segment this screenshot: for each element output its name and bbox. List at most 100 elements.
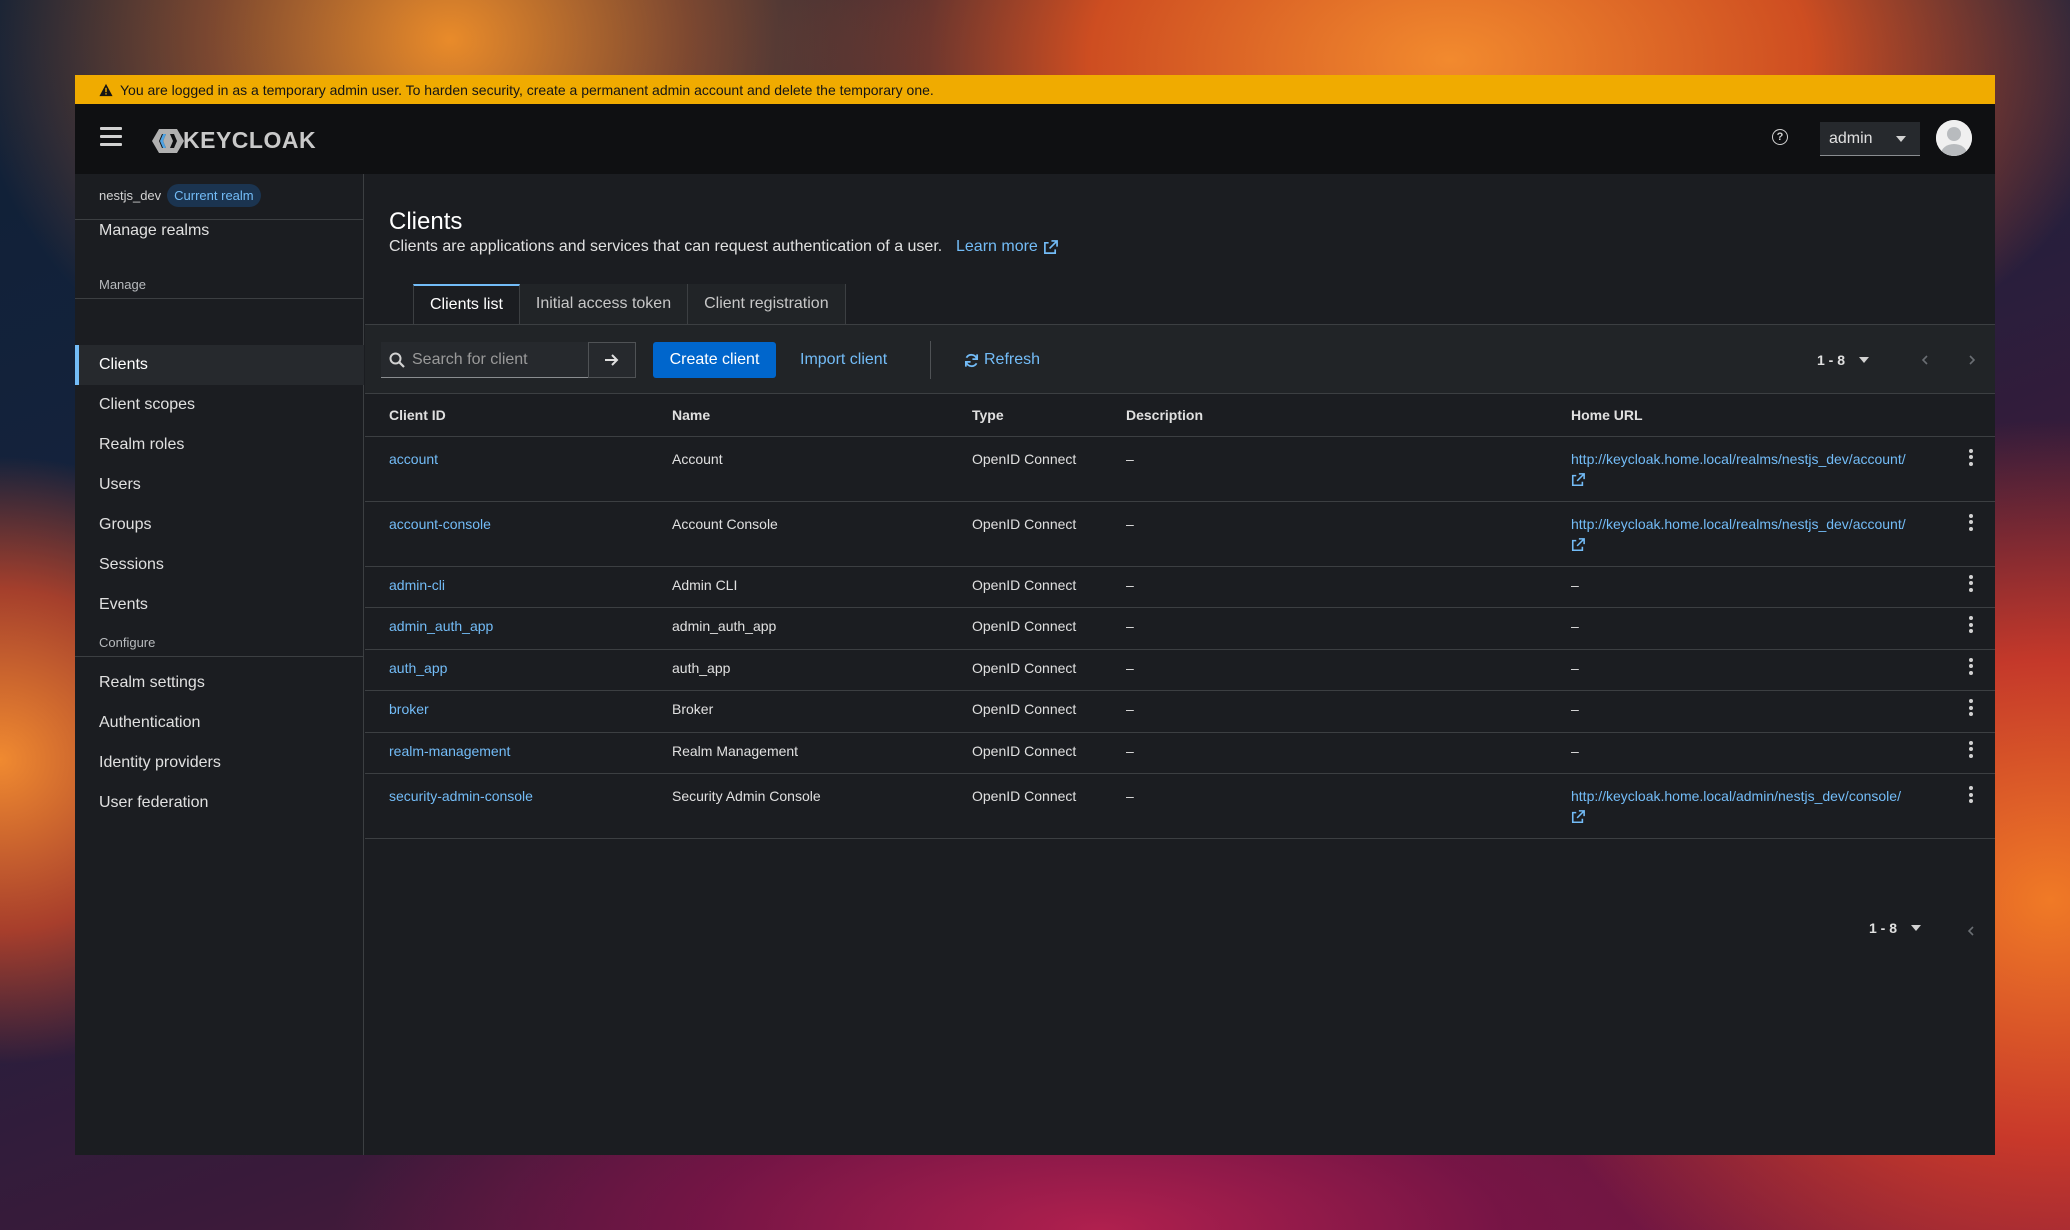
table-row: admin-cli Admin CLI OpenID Connect – – xyxy=(365,566,1995,608)
table-row: admin_auth_app admin_auth_app OpenID Con… xyxy=(365,607,1995,650)
client-name: admin_auth_app xyxy=(648,607,948,650)
client-type: OpenID Connect xyxy=(948,501,1102,567)
client-description: – xyxy=(1102,649,1547,691)
row-actions-kebab-icon[interactable] xyxy=(1969,448,1973,469)
current-realm-badge: Current realm xyxy=(167,184,261,207)
user-name: admin xyxy=(1829,129,1873,147)
masthead: KEYCLOAK ? admin xyxy=(75,104,1995,174)
client-id-link[interactable]: broker xyxy=(389,701,429,717)
client-home-url: – xyxy=(1547,732,1947,774)
client-type: OpenID Connect xyxy=(948,566,1102,608)
row-actions-kebab-icon[interactable] xyxy=(1969,513,1973,534)
refresh-icon xyxy=(964,353,979,367)
column-header-client-id[interactable]: Client ID xyxy=(365,394,648,437)
column-header-type[interactable]: Type xyxy=(948,394,1102,437)
client-name: Security Admin Console xyxy=(648,773,948,839)
client-name: Account xyxy=(648,436,948,502)
footer-previous-page-icon[interactable] xyxy=(1966,926,1976,936)
sidebar-item-identity-providers[interactable]: Identity providers xyxy=(99,754,221,772)
realm-selector[interactable]: nestjs_dev Current realm xyxy=(99,184,261,207)
create-client-button[interactable]: Create client xyxy=(653,342,776,378)
external-link-icon[interactable] xyxy=(1571,472,1585,487)
home-url-link[interactable]: http://keycloak.home.local/realms/nestjs… xyxy=(1571,451,1906,467)
sidebar-item-groups[interactable]: Groups xyxy=(99,516,151,534)
external-link-icon[interactable] xyxy=(1571,810,1585,824)
search-input[interactable] xyxy=(412,350,577,369)
footer-pagination-toggle[interactable]: 1 - 8 xyxy=(1869,920,1922,936)
client-name: Admin CLI xyxy=(648,566,948,608)
page-title: Clients xyxy=(389,208,463,235)
tab-bar: Clients list Initial access token Client… xyxy=(413,284,846,324)
row-actions-kebab-icon[interactable] xyxy=(1969,740,1973,761)
sidebar-item-user-federation[interactable]: User federation xyxy=(99,794,208,812)
row-actions-kebab-icon[interactable] xyxy=(1969,657,1973,678)
client-home-url: – xyxy=(1547,690,1947,733)
table-row: auth_app auth_app OpenID Connect – – xyxy=(365,649,1995,691)
client-type: OpenID Connect xyxy=(948,773,1102,839)
sidebar-item-users[interactable]: Users xyxy=(99,476,141,494)
table-header-row: Client ID Name Type Description Home URL xyxy=(365,394,1995,437)
client-description: – xyxy=(1102,773,1547,839)
sidebar-item-events[interactable]: Events xyxy=(99,596,148,614)
tab-initial-access-token[interactable]: Initial access token xyxy=(519,284,689,324)
refresh-label: Refresh xyxy=(984,351,1041,368)
row-actions-kebab-icon[interactable] xyxy=(1969,574,1973,595)
learn-more-link[interactable]: Learn more xyxy=(956,238,1058,256)
keycloak-window: You are logged in as a temporary admin u… xyxy=(75,75,1995,1155)
pagination-range: 1 - 8 xyxy=(1817,352,1846,368)
tab-client-registration[interactable]: Client registration xyxy=(688,284,846,324)
page-description: Clients are applications and services th… xyxy=(389,238,943,255)
home-url-link[interactable]: http://keycloak.home.local/realms/nestjs… xyxy=(1571,516,1906,532)
sidebar-item-clients[interactable]: Clients xyxy=(99,356,148,374)
help-icon[interactable]: ? xyxy=(1772,129,1788,145)
client-id-link[interactable]: admin-cli xyxy=(389,577,445,593)
client-id-link[interactable]: admin_auth_app xyxy=(389,618,493,634)
external-link-icon xyxy=(1043,239,1058,254)
client-description: – xyxy=(1102,607,1547,650)
client-description: – xyxy=(1102,436,1547,502)
row-actions-kebab-icon[interactable] xyxy=(1969,786,1973,806)
home-url-link[interactable]: http://keycloak.home.local/admin/nestjs_… xyxy=(1571,788,1901,804)
sidebar-item-sessions[interactable]: Sessions xyxy=(99,556,164,574)
row-actions-kebab-icon[interactable] xyxy=(1969,699,1973,719)
previous-page-icon[interactable] xyxy=(1920,355,1930,365)
client-id-link[interactable]: auth_app xyxy=(389,660,447,676)
sidebar-item-manage-realms[interactable]: Manage realms xyxy=(99,222,209,240)
next-page-icon[interactable] xyxy=(1967,355,1977,365)
hamburger-menu-icon[interactable] xyxy=(100,127,122,147)
sidebar-item-authentication[interactable]: Authentication xyxy=(99,714,200,732)
client-id-link[interactable]: account xyxy=(389,451,438,467)
footer-pagination-range: 1 - 8 xyxy=(1869,920,1898,936)
column-header-description[interactable]: Description xyxy=(1102,394,1547,437)
table-row: broker Broker OpenID Connect – – xyxy=(365,690,1995,733)
sidebar-item-client-scopes[interactable]: Client scopes xyxy=(99,396,195,414)
avatar[interactable] xyxy=(1936,120,1972,156)
row-actions-kebab-icon[interactable] xyxy=(1969,616,1973,636)
column-header-name[interactable]: Name xyxy=(648,394,948,437)
sidebar-divider xyxy=(75,656,364,657)
tab-clients-list[interactable]: Clients list xyxy=(413,284,520,324)
sidebar-item-realm-roles[interactable]: Realm roles xyxy=(99,436,184,454)
column-header-home-url[interactable]: Home URL xyxy=(1547,394,1947,437)
import-client-button[interactable]: Import client xyxy=(800,342,887,378)
client-name: Account Console xyxy=(648,501,948,567)
pagination-toggle[interactable]: 1 - 8 xyxy=(1817,352,1870,368)
keycloak-logo[interactable]: KEYCLOAK xyxy=(151,127,316,154)
client-type: OpenID Connect xyxy=(948,690,1102,733)
user-dropdown[interactable]: admin xyxy=(1820,122,1920,156)
temporary-admin-banner: You are logged in as a temporary admin u… xyxy=(75,75,1995,104)
learn-more-label: Learn more xyxy=(956,238,1038,255)
client-name: Broker xyxy=(648,690,948,733)
sidebar-item-realm-settings[interactable]: Realm settings xyxy=(99,674,205,692)
refresh-button[interactable]: Refresh xyxy=(964,342,1040,378)
client-description: – xyxy=(1102,732,1547,774)
realm-name: nestjs_dev xyxy=(99,188,162,203)
search-submit-button[interactable] xyxy=(588,342,636,378)
external-link-icon[interactable] xyxy=(1571,537,1585,552)
client-id-link[interactable]: security-admin-console xyxy=(389,788,533,804)
banner-text: You are logged in as a temporary admin u… xyxy=(120,81,934,98)
client-id-link[interactable]: realm-management xyxy=(389,743,510,759)
search-icon xyxy=(389,352,405,368)
client-home-url: – xyxy=(1547,566,1947,608)
client-id-link[interactable]: account-console xyxy=(389,516,491,532)
